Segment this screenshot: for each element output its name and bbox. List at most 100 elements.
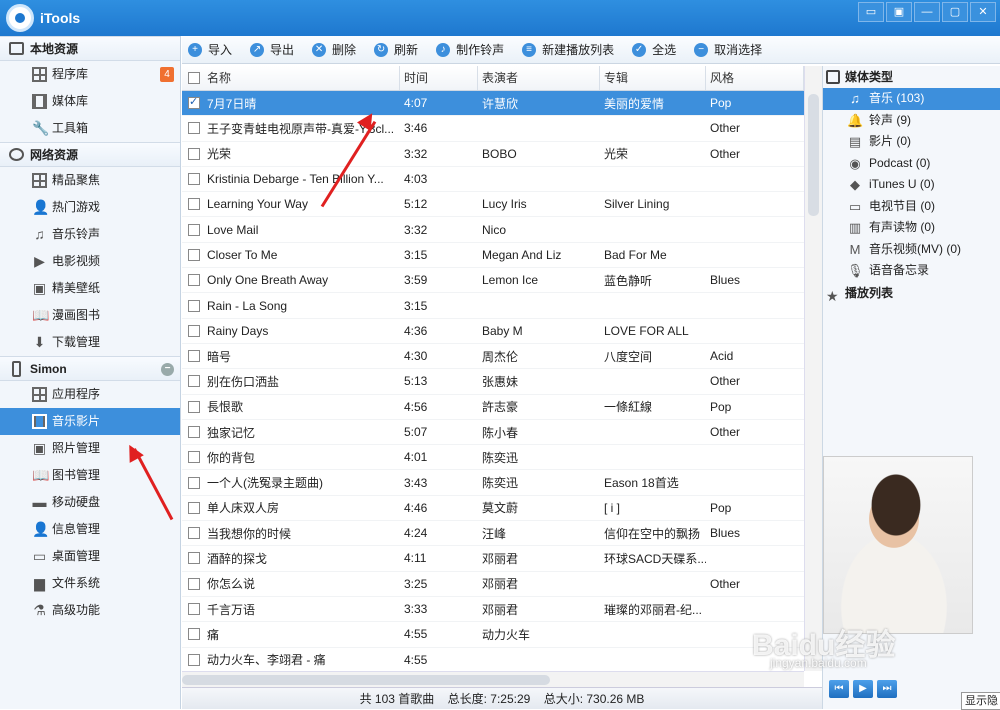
sidebar-item[interactable]: 程序库 4 [0, 61, 180, 88]
table-row[interactable]: 别在伤口洒盐 5:13 张惠妹 Other [182, 369, 804, 395]
table-row[interactable]: 暗号 4:30 周杰伦 八度空间 Acid [182, 344, 804, 370]
playlist-section[interactable]: ★ 播放列表 [823, 282, 1000, 304]
toolbar-button[interactable]: ♪ 制作铃声 [436, 41, 504, 58]
table-row[interactable]: 痛 4:55 动力火车 [182, 622, 804, 648]
sidebar-section-1[interactable]: 网络资源 [0, 142, 180, 167]
select-all-checkbox[interactable] [188, 72, 200, 84]
column-header-artist[interactable]: 表演者 [478, 66, 600, 90]
table-row[interactable]: 你的背包 4:01 陈奕迅 [182, 445, 804, 471]
row-checkbox[interactable] [188, 476, 200, 489]
sidebar-item[interactable]: 应用程序 [0, 381, 180, 408]
sidebar-item[interactable]: 🔧 工具箱 [0, 115, 180, 142]
table-row[interactable]: 7月7日晴 4:07 许慧欣 美丽的爱情 Pop [182, 91, 804, 117]
horizontal-scroll-thumb[interactable] [182, 675, 550, 685]
toolbar-button[interactable]: ↗ 导出 [250, 41, 294, 58]
sidebar-section-0[interactable]: 本地资源 [0, 36, 180, 61]
sidebar-item[interactable]: ▣ 精美壁纸 [0, 275, 180, 302]
table-row[interactable]: 独家记忆 5:07 陈小春 Other [182, 420, 804, 446]
horizontal-scrollbar[interactable] [182, 671, 804, 687]
column-header-time[interactable]: 时间 [400, 66, 478, 90]
previous-track-icon[interactable]: ⏮ [829, 680, 849, 698]
row-checkbox[interactable] [188, 426, 200, 438]
sidebar-item[interactable]: ▭ 桌面管理 [0, 543, 180, 570]
row-checkbox[interactable] [188, 248, 200, 261]
sidebar-item[interactable]: 👤 信息管理 [0, 516, 180, 543]
table-row[interactable]: 动力火车、李翊君 - 痛 4:55 [182, 648, 804, 671]
media-type-item[interactable]: 🎙 语音备忘录 [823, 260, 1000, 282]
table-row[interactable]: Closer To Me 3:15 Megan And Liz Bad For Me [182, 243, 804, 269]
row-checkbox[interactable] [188, 552, 200, 565]
sidebar-item[interactable]: ▣ 照片管理 [0, 435, 180, 462]
table-row[interactable]: 单人床双人房 4:46 莫文蔚 [ i ] Pop [182, 496, 804, 522]
row-checkbox[interactable] [188, 122, 200, 135]
table-row[interactable]: Rain - La Song 3:15 [182, 293, 804, 319]
media-type-item[interactable]: 🔔 铃声 (9) [823, 110, 1000, 132]
media-type-item[interactable]: ▤ 影片 (0) [823, 131, 1000, 153]
table-row[interactable]: 当我想你的时候 4:24 汪峰 信仰在空中的飘扬 Blues [182, 521, 804, 547]
table-row[interactable]: 酒醉的探戈 4:11 邓丽君 环球SACD天碟系... [182, 546, 804, 572]
sidebar-item[interactable]: 精品聚焦 [0, 167, 180, 194]
sidebar-item[interactable]: 👤 热门游戏 [0, 194, 180, 221]
sidebar-item[interactable]: ⬇ 下载管理 [0, 329, 180, 356]
table-row[interactable]: Only One Breath Away 3:59 Lemon Ice 蓝色静听 Blu… [182, 268, 804, 294]
sidebar-item[interactable]: ⚗ 高级功能 [0, 597, 180, 624]
play-icon[interactable]: ▶ [853, 680, 873, 698]
row-checkbox[interactable] [188, 501, 200, 514]
row-checkbox[interactable] [188, 324, 200, 337]
row-checkbox[interactable] [188, 299, 200, 312]
table-row[interactable]: Rainy Days 4:36 Baby M LOVE FOR ALL [182, 319, 804, 344]
table-row[interactable]: 你怎么说 3:25 邓丽君 Other [182, 572, 804, 597]
table-row[interactable]: 長恨歌 4:56 許志豪 一條紅線 Pop [182, 395, 804, 420]
row-checkbox[interactable] [188, 198, 200, 211]
row-checkbox[interactable] [188, 274, 200, 287]
sidebar-item[interactable]: ▬ 移动硬盘 [0, 489, 180, 516]
sidebar-item[interactable]: ▶ 电影视频 [0, 248, 180, 275]
collapse-icon[interactable]: − [161, 363, 174, 376]
toolbar-button[interactable]: − 取消选择 [694, 41, 762, 58]
row-checkbox[interactable] [188, 603, 200, 616]
media-type-item[interactable]: M 音乐视频(MV) (0) [823, 239, 1000, 261]
table-row[interactable]: Love Mail 3:32 Nico [182, 217, 804, 243]
row-checkbox[interactable] [188, 527, 200, 540]
table-row[interactable]: 光荣 3:32 BOBO 光荣 Other [182, 142, 804, 167]
media-type-item[interactable]: ▥ 有声读物 (0) [823, 217, 1000, 239]
sidebar-item[interactable]: 📖 漫画图书 [0, 302, 180, 329]
row-checkbox[interactable] [188, 375, 200, 388]
table-row[interactable]: Learning Your Way 5:12 Lucy Iris Silver Lin… [182, 192, 804, 218]
row-checkbox[interactable] [188, 451, 200, 464]
table-row[interactable]: Kristinia Debarge - Ten Billion Y... 4:03 [182, 167, 804, 193]
table-row[interactable]: 王子变青蛙电视原声带-真爱-Y.3cl... 3:46 Other [182, 116, 804, 142]
toolbar-button[interactable]: ✓ 全选 [632, 41, 676, 58]
sidebar-item[interactable]: ♫ 音乐铃声 [0, 221, 180, 248]
vertical-scrollbar[interactable] [804, 66, 822, 671]
table-row[interactable]: 一个人(洗冤录主题曲) 3:43 陈奕迅 Eason 18首选 [182, 470, 804, 496]
row-checkbox[interactable] [188, 147, 200, 160]
row-checkbox[interactable] [188, 628, 200, 641]
sidebar-item[interactable]: ▆ 文件系统 [0, 570, 180, 597]
media-type-item[interactable]: ◆ iTunes U (0) [823, 174, 1000, 196]
media-type-item[interactable]: ◉ Podcast (0) [823, 153, 1000, 175]
next-track-icon[interactable]: ⏭ [877, 680, 897, 698]
column-header-name[interactable]: 名称 [182, 66, 400, 90]
toolbar-button[interactable]: ↻ 刷新 [374, 41, 418, 58]
media-type-item[interactable]: ♫ 音乐 (103) [823, 88, 1000, 110]
vertical-scroll-thumb[interactable] [808, 94, 819, 216]
row-checkbox[interactable] [188, 653, 200, 666]
row-checkbox[interactable] [188, 400, 200, 413]
row-checkbox[interactable] [188, 577, 200, 590]
show-hide-button[interactable]: 显示隐 [961, 692, 1000, 710]
row-checkbox[interactable] [188, 350, 200, 363]
toolbar-button[interactable]: + 导入 [188, 41, 232, 58]
toolbar-button[interactable]: ≡ 新建播放列表 [522, 41, 614, 58]
sidebar-item[interactable]: 媒体库 [0, 88, 180, 115]
row-checkbox[interactable] [188, 173, 200, 186]
toolbar-button[interactable]: ✕ 删除 [312, 41, 356, 58]
window-button[interactable]: ▣ [886, 2, 912, 22]
window-button[interactable]: — [914, 2, 940, 22]
window-button[interactable]: ▭ [858, 2, 884, 22]
media-type-item[interactable]: ▭ 电视节目 (0) [823, 196, 1000, 218]
column-header-album[interactable]: 专辑 [600, 66, 706, 90]
row-checkbox[interactable] [188, 223, 200, 236]
column-header-genre[interactable]: 风格 [706, 66, 804, 90]
sidebar-section-2[interactable]: Simon − [0, 356, 180, 381]
